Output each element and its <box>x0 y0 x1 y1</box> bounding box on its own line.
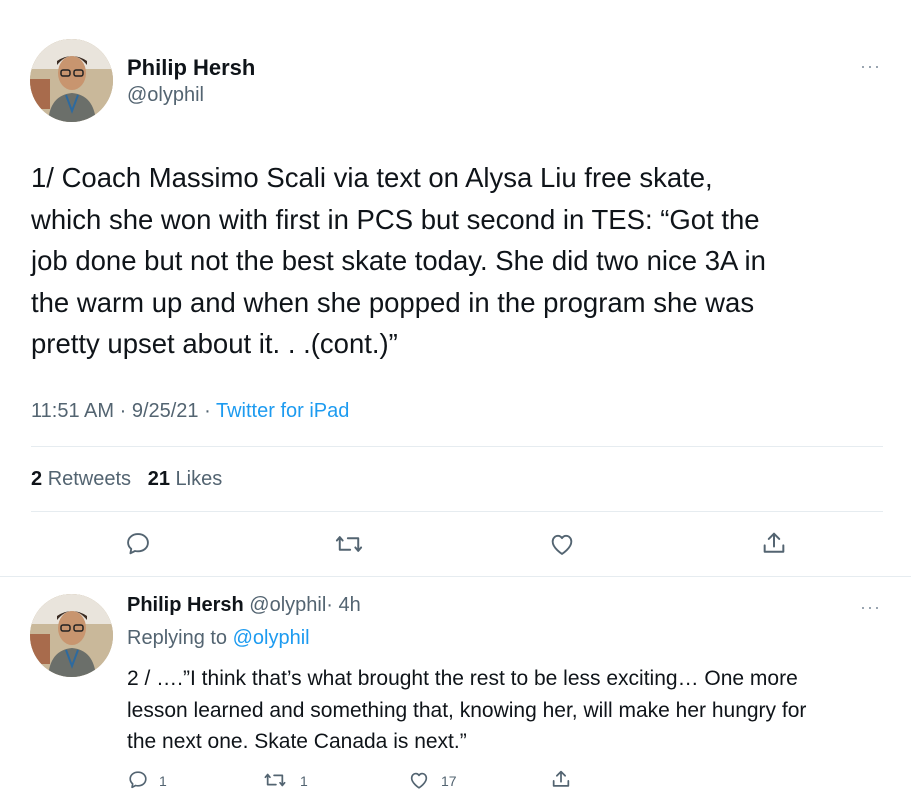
retweets-stat[interactable]: 2 Retweets <box>31 468 131 490</box>
replying-handle[interactable]: @olyphil <box>233 627 310 649</box>
replying-to: Replying to @olyphil <box>127 627 310 650</box>
tweet-time[interactable]: 11:51 AM <box>31 400 114 422</box>
divider <box>31 511 883 512</box>
reply-author-handle[interactable]: @olyphil <box>249 594 326 616</box>
retweets-label: Retweets <box>47 468 132 490</box>
tweet-stats: 2 Retweets 21 Likes <box>31 468 222 491</box>
reply-header: Philip Hersh @olyphil· 4h <box>127 594 361 617</box>
retweet-icon[interactable] <box>334 530 364 558</box>
comment-icon[interactable] <box>127 769 149 791</box>
reply-count: 1 <box>159 773 167 789</box>
tweet-date[interactable]: 9/25/21 <box>132 400 199 422</box>
author-avatar[interactable] <box>30 39 113 122</box>
divider <box>0 576 911 577</box>
author-name[interactable]: Philip Hersh <box>127 55 255 81</box>
more-icon[interactable]: ··· <box>860 597 881 618</box>
share-icon[interactable] <box>760 529 788 557</box>
tweet-meta: 11:51 AM · 9/25/21 · Twitter for iPad <box>31 400 349 423</box>
heart-icon[interactable] <box>548 530 576 558</box>
retweets-count: 2 <box>31 468 43 490</box>
reply-age[interactable]: · 4h <box>326 594 360 616</box>
retweet-count: 1 <box>300 773 308 789</box>
more-icon[interactable]: ··· <box>860 56 881 77</box>
likes-label: Likes <box>175 468 223 490</box>
likes-count: 21 <box>147 468 170 490</box>
meta-separator: · <box>204 400 211 422</box>
tweet-text: 1/ Coach Massimo Scali via text on Alysa… <box>31 162 766 359</box>
retweet-icon[interactable] <box>262 769 288 791</box>
meta-separator: · <box>119 400 127 422</box>
like-count: 17 <box>441 773 457 789</box>
author-handle[interactable]: @olyphil <box>127 84 204 107</box>
tweet-source[interactable]: Twitter for iPad <box>216 400 349 422</box>
comment-icon[interactable] <box>124 530 152 558</box>
heart-icon[interactable] <box>408 769 430 791</box>
reply-text: 2 / ….”I think that’s what brought the r… <box>127 667 807 753</box>
replying-label: Replying to <box>127 627 228 649</box>
likes-stat[interactable]: 21 Likes <box>148 468 223 490</box>
share-icon[interactable] <box>550 768 572 790</box>
reply-author-name[interactable]: Philip Hersh <box>127 594 244 616</box>
reply-author-avatar[interactable] <box>30 594 113 677</box>
divider <box>31 446 883 447</box>
